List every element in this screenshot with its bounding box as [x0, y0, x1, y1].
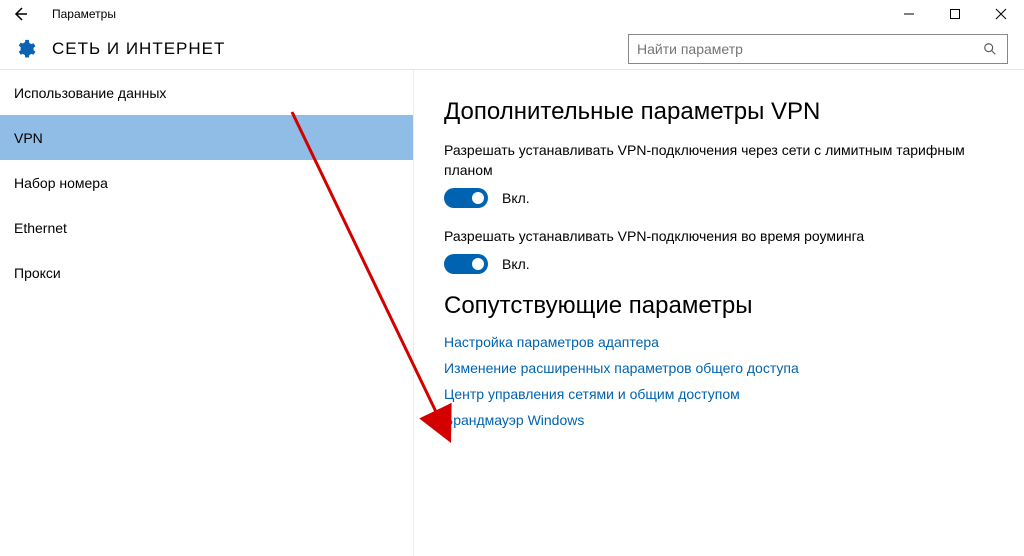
sidebar-item-label: Использование данных — [14, 85, 166, 101]
back-button[interactable] — [8, 6, 32, 22]
toggle-state-label: Вкл. — [502, 190, 530, 206]
toggle-metered[interactable] — [444, 188, 488, 208]
close-button[interactable] — [978, 0, 1024, 28]
sidebar: Использование данных VPN Набор номера Et… — [0, 70, 413, 556]
toggle-state-label: Вкл. — [502, 256, 530, 272]
link-advanced-sharing[interactable]: Изменение расширенных параметров общего … — [444, 360, 994, 376]
link-network-center[interactable]: Центр управления сетями и общим доступом — [444, 386, 994, 402]
window-title: Параметры — [52, 7, 116, 21]
gear-icon — [12, 36, 38, 62]
setting-label-metered: Разрешать устанавливать VPN-подключения … — [444, 140, 994, 180]
sidebar-item-label: Набор номера — [14, 175, 108, 191]
content-pane: Дополнительные параметры VPN Разрешать у… — [413, 70, 1024, 556]
toggle-roaming[interactable] — [444, 254, 488, 274]
sidebar-item-proxy[interactable]: Прокси — [0, 250, 413, 295]
titlebar: Параметры — [0, 0, 1024, 28]
header-caption: СЕТЬ И ИНТЕРНЕТ — [52, 39, 225, 59]
sidebar-item-ethernet[interactable]: Ethernet — [0, 205, 413, 250]
search-icon — [981, 42, 999, 56]
minimize-button[interactable] — [886, 0, 932, 28]
sidebar-item-data-usage[interactable]: Использование данных — [0, 70, 413, 115]
sidebar-item-dialup[interactable]: Набор номера — [0, 160, 413, 205]
header: СЕТЬ И ИНТЕРНЕТ — [0, 28, 1024, 70]
link-adapter-settings[interactable]: Настройка параметров адаптера — [444, 334, 994, 350]
sidebar-item-vpn[interactable]: VPN — [0, 115, 413, 160]
search-input[interactable] — [637, 41, 981, 57]
sidebar-item-label: Ethernet — [14, 220, 67, 236]
setting-label-roaming: Разрешать устанавливать VPN-подключения … — [444, 226, 994, 246]
add-row-partial — [444, 70, 994, 80]
section-title-advanced: Дополнительные параметры VPN — [444, 98, 994, 126]
section-title-related: Сопутствующие параметры — [444, 292, 994, 320]
maximize-button[interactable] — [932, 0, 978, 28]
link-windows-firewall[interactable]: Брандмауэр Windows — [444, 412, 994, 428]
sidebar-item-label: Прокси — [14, 265, 61, 281]
sidebar-item-label: VPN — [14, 130, 43, 146]
search-box[interactable] — [628, 34, 1008, 64]
